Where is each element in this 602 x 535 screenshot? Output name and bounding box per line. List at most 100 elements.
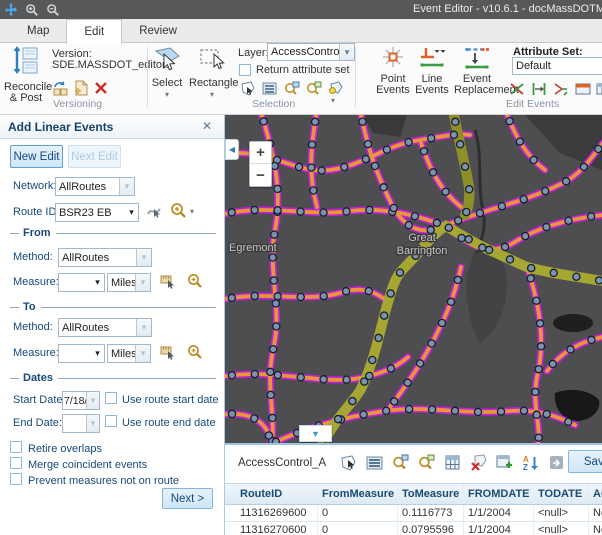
chevron-down-icon[interactable] [339, 44, 354, 60]
tab-map[interactable]: Map [10, 19, 66, 42]
chevron-down-icon[interactable] [135, 274, 150, 291]
select-route-on-map-icon[interactable] [146, 203, 162, 220]
zoom-to-route-icon[interactable] [170, 202, 187, 219]
panel-header: Add Linear Events [0, 115, 224, 139]
measure-event-icon[interactable] [531, 82, 547, 96]
prevent-measures-checkbox[interactable] [10, 473, 22, 485]
from-method-combobox[interactable]: AllRoutes [58, 248, 152, 267]
new-edit-button[interactable]: New Edit [10, 145, 63, 168]
select-dropdown-caret[interactable] [146, 89, 188, 104]
sort-icon[interactable]: AZ [522, 454, 539, 471]
select-by-polygon-icon[interactable] [240, 81, 255, 96]
chevron-down-icon[interactable] [136, 319, 151, 336]
column-header[interactable]: ACCESS [589, 484, 602, 504]
pan-to-selection-icon[interactable] [306, 81, 322, 97]
chevron-down-icon[interactable] [135, 345, 150, 362]
merge-event-icon[interactable] [553, 82, 569, 96]
use-route-end-checkbox[interactable] [105, 415, 117, 427]
column-header[interactable]: ToMeasure [398, 484, 464, 504]
start-date-combobox[interactable]: 7/18/ [62, 391, 100, 410]
to-zoom-icon[interactable] [187, 344, 203, 360]
end-date-combobox[interactable] [62, 414, 100, 433]
network-combobox[interactable]: AllRoutes [55, 177, 135, 196]
to-method-combobox[interactable]: AllRoutes [58, 318, 152, 337]
chevron-down-icon[interactable] [91, 345, 104, 362]
layer-combobox[interactable]: AccessControl_A [267, 43, 355, 61]
chevron-down-icon[interactable] [119, 178, 134, 195]
tab-edit[interactable]: Edit [66, 19, 122, 44]
table-row[interactable]: 11316270600 0 0.0795596 1/1/2004 <null> … [225, 522, 602, 535]
column-header[interactable]: RouteID [236, 484, 318, 504]
attribute-set-combobox[interactable]: Default [512, 57, 602, 75]
from-measure-combobox[interactable] [58, 273, 105, 292]
return-attribute-set-checkbox[interactable] [239, 64, 251, 76]
selection-list-icon[interactable] [262, 81, 277, 96]
cell-tomeasure: 0.0795596 [398, 522, 464, 535]
new-version-icon[interactable] [73, 80, 89, 96]
event-panel-icon[interactable] [575, 82, 591, 96]
zoom-out-icon[interactable] [46, 3, 60, 17]
from-measure-on-map-icon[interactable] [160, 273, 176, 290]
next-button[interactable]: Next > [162, 488, 213, 509]
column-header[interactable]: FromMeasure [318, 484, 398, 504]
map-view[interactable]: Egremont Great Barrington + − [225, 115, 602, 443]
route-id-combobox[interactable]: BSR23 EB [55, 203, 139, 222]
zoom-route-caret[interactable] [190, 207, 194, 216]
next-edit-button[interactable]: Next Edit [68, 145, 121, 168]
clear-selection-icon[interactable] [470, 454, 487, 471]
column-header[interactable]: FROMDATE [464, 484, 534, 504]
rectangle-dropdown-caret[interactable] [189, 89, 235, 104]
select-by-shape-icon[interactable] [340, 454, 357, 471]
change-version-icon[interactable] [52, 80, 69, 96]
split-event-icon[interactable] [509, 82, 525, 96]
to-measure-combobox[interactable] [58, 344, 105, 363]
tab-review[interactable]: Review [122, 19, 194, 42]
to-method-label: Method: [13, 321, 53, 333]
chevron-down-icon[interactable] [136, 249, 151, 266]
collapse-panel-icon[interactable] [225, 139, 239, 160]
chevron-down-icon[interactable] [91, 274, 104, 291]
merge-coincident-label: Merge coincident events [28, 459, 147, 471]
to-units-combobox[interactable]: Miles [107, 344, 151, 363]
save-button[interactable]: Save [568, 450, 602, 473]
use-route-start-label: Use route start date [122, 394, 219, 406]
field-calculator-icon[interactable] [444, 454, 461, 471]
zoom-in-icon[interactable] [25, 3, 39, 17]
table-row[interactable]: 11316269600 0 0.1116773 1/1/2004 <null> … [225, 505, 602, 522]
delete-version-icon[interactable] [94, 81, 108, 95]
window-title: Event Editor - v10.6.1 - docMassDOTM [413, 3, 602, 15]
use-route-start-checkbox[interactable] [105, 392, 117, 404]
reconcile-post-button[interactable]: Reconcile & Post [4, 46, 48, 108]
chevron-down-icon[interactable] [125, 204, 138, 221]
zoom-in-button[interactable]: + [250, 142, 271, 164]
select-label: Select [152, 77, 183, 89]
column-header[interactable]: TODATE [534, 484, 589, 504]
clear-selection-caret[interactable] [331, 96, 335, 105]
chevron-down-icon[interactable] [86, 392, 99, 409]
point-events-button[interactable]: Point Events [371, 46, 415, 108]
event-table-icon[interactable] [596, 82, 602, 96]
return-attribute-set-label: Return attribute set [256, 64, 350, 76]
layer-label: Layer: [238, 47, 269, 59]
chevron-down-icon[interactable] [86, 415, 99, 432]
retire-overlaps-checkbox[interactable] [10, 441, 22, 453]
event-replacement-button[interactable]: Event Replacement [432, 46, 500, 108]
merge-coincident-checkbox[interactable] [10, 457, 22, 469]
point-events-label-1: Point [380, 73, 405, 85]
popup-icon[interactable] [548, 454, 565, 471]
selection-list-icon[interactable] [366, 454, 383, 471]
zoom-out-button[interactable]: − [250, 164, 271, 186]
zoom-to-selection-icon[interactable] [392, 454, 409, 471]
pan-icon[interactable] [4, 3, 18, 17]
add-records-icon[interactable] [496, 454, 513, 471]
select-button[interactable]: Select [146, 46, 188, 108]
from-units-combobox[interactable]: Miles [107, 273, 151, 292]
to-measure-on-map-icon[interactable] [160, 344, 176, 361]
close-icon[interactable] [202, 119, 216, 133]
clear-selection-icon[interactable] [328, 80, 343, 95]
pan-to-selection-icon[interactable] [418, 454, 435, 471]
zoom-to-selection-icon[interactable] [284, 81, 300, 97]
from-zoom-icon[interactable] [187, 273, 203, 289]
rectangle-button[interactable]: Rectangle [189, 46, 235, 108]
collapse-table-icon[interactable] [299, 425, 332, 442]
